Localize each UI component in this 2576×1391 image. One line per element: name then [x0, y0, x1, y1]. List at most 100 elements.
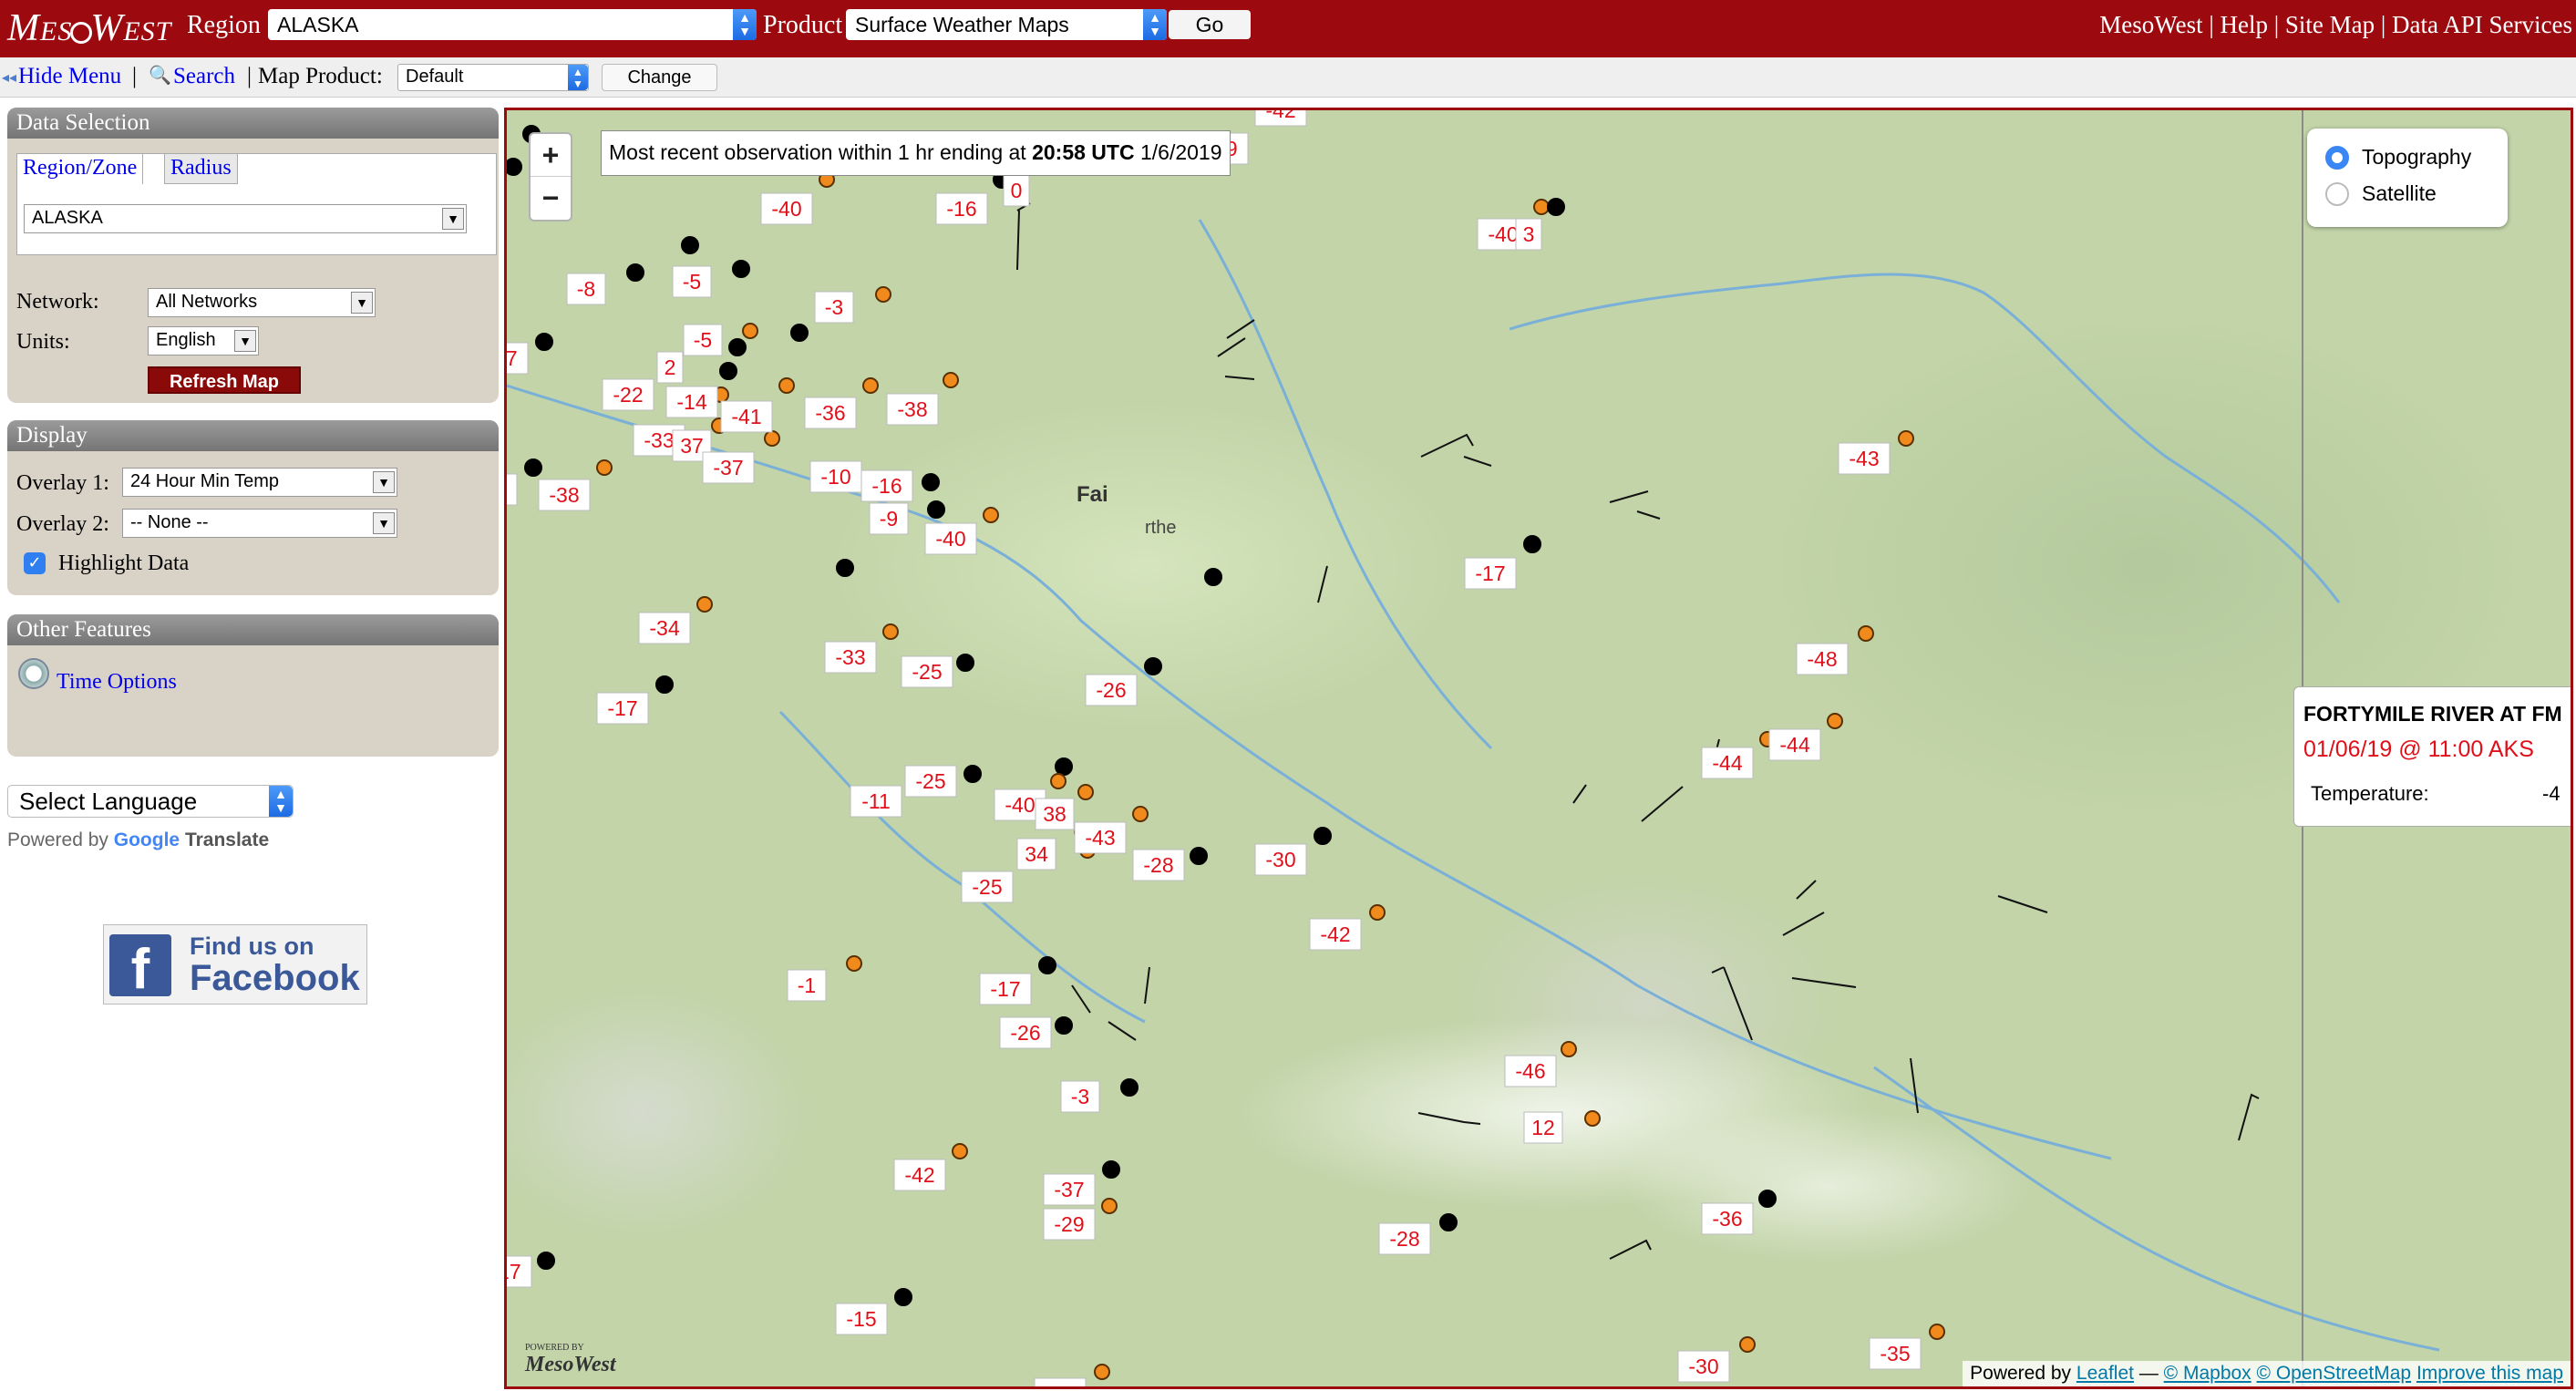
station-marker[interactable] [1369, 904, 1386, 921]
station-marker[interactable] [790, 324, 809, 342]
station-marker[interactable] [1055, 1016, 1073, 1035]
temperature-label[interactable]: -3 [814, 291, 854, 324]
station-marker[interactable] [764, 430, 780, 447]
station-marker[interactable] [1584, 1110, 1601, 1127]
station-marker[interactable] [537, 1252, 555, 1270]
overlay2-select[interactable]: -- None -- ▼ [122, 509, 397, 538]
weather-map[interactable]: -23-42-39-40-160-403-8-5-3-35-17-52-22-1… [504, 108, 2573, 1389]
mesowest-logo[interactable]: MES WEST [7, 1, 171, 56]
change-button[interactable]: Change [602, 64, 717, 91]
temperature-label[interactable]: -22 [602, 378, 654, 411]
temperature-label[interactable]: -25 [961, 871, 1014, 903]
station-marker[interactable] [1055, 757, 1073, 776]
station-marker[interactable] [846, 955, 862, 972]
temperature-label[interactable]: -38 [538, 479, 591, 511]
temperature-label[interactable]: -36 [804, 397, 857, 429]
leaflet-link[interactable]: Leaflet [2076, 1363, 2134, 1384]
temperature-label[interactable]: -42 [1309, 918, 1362, 951]
station-marker[interactable] [862, 377, 879, 394]
temperature-label[interactable]: -42 [1254, 110, 1307, 127]
station-marker[interactable] [956, 654, 974, 672]
region-zone-select[interactable]: ALASKA ▼ [24, 204, 467, 233]
station-marker[interactable] [719, 362, 737, 380]
station-marker[interactable] [1101, 1198, 1118, 1214]
station-marker[interactable] [1132, 806, 1149, 822]
temperature-label[interactable]: -28 [1378, 1222, 1431, 1255]
station-marker[interactable] [882, 623, 899, 640]
station-marker[interactable] [952, 1143, 968, 1159]
temperature-label[interactable]: 3 [1515, 218, 1542, 251]
temperature-label[interactable]: -35 [1869, 1337, 1922, 1370]
hide-menu-link[interactable]: Hide Menu [18, 64, 121, 89]
station-marker[interactable] [1050, 773, 1066, 789]
clock-icon[interactable] [18, 658, 49, 689]
zoom-in-button[interactable]: + [531, 134, 571, 177]
temperature-label[interactable]: -33 [824, 641, 877, 674]
nav-link-site-map[interactable]: Site Map [2285, 11, 2375, 38]
translate-link[interactable]: Translate [185, 829, 269, 850]
station-marker[interactable] [1739, 1336, 1756, 1353]
temperature-label[interactable]: -43 [1838, 442, 1891, 475]
station-marker[interactable] [1439, 1213, 1458, 1231]
station-marker[interactable] [596, 459, 613, 476]
temperature-label[interactable]: -11 [850, 785, 902, 818]
station-marker[interactable] [894, 1288, 912, 1306]
station-marker[interactable] [742, 323, 758, 339]
station-marker[interactable] [927, 500, 945, 519]
temperature-label[interactable]: -44 [1768, 728, 1821, 761]
temperature-label[interactable]: 38 [1035, 798, 1075, 830]
temperature-label[interactable]: -15 [835, 1303, 888, 1335]
nav-link-mesowest[interactable]: MesoWest [2099, 11, 2202, 38]
openstreetmap-link[interactable]: © OpenStreetMap [2257, 1363, 2412, 1384]
temperature-label[interactable]: -43 [1074, 821, 1127, 854]
station-marker[interactable] [1190, 847, 1208, 865]
map-product-select[interactable]: Default ▲ ▼ [397, 64, 589, 91]
station-marker[interactable] [732, 260, 750, 278]
temperature-label[interactable]: -46 [1504, 1055, 1557, 1087]
station-marker[interactable] [1533, 199, 1550, 215]
temperature-label[interactable]: -30 [1677, 1350, 1730, 1383]
temperature-label[interactable]: -25 [904, 765, 957, 798]
temperature-label[interactable]: -41 [720, 400, 773, 433]
station-marker[interactable] [1094, 1364, 1110, 1380]
go-button[interactable]: Go [1169, 10, 1251, 39]
station-marker[interactable] [626, 263, 644, 282]
station-marker[interactable] [922, 473, 940, 491]
station-marker[interactable] [1077, 784, 1094, 800]
temperature-label[interactable]: 12 [1523, 1111, 1563, 1144]
station-marker[interactable] [943, 372, 959, 388]
station-marker[interactable] [1547, 198, 1565, 216]
station-marker[interactable] [728, 338, 747, 356]
overlay1-select[interactable]: 24 Hour Min Temp ▼ [122, 468, 397, 497]
temperature-label[interactable]: -16 [935, 192, 988, 225]
temperature-label[interactable]: 2 [656, 351, 684, 384]
temperature-label[interactable]: -28 [1132, 849, 1185, 881]
layer-topography[interactable]: Topography [2325, 145, 2471, 170]
temperature-label[interactable]: -35 [1034, 1377, 1087, 1386]
time-options-link[interactable]: Time Options [57, 670, 177, 695]
temperature-label[interactable]: -17 [507, 1255, 532, 1288]
temperature-label[interactable]: -16 [860, 469, 913, 502]
layer-satellite[interactable]: Satellite [2325, 181, 2437, 206]
station-marker[interactable] [507, 158, 522, 176]
station-marker[interactable] [778, 377, 795, 394]
temperature-label[interactable]: -36 [1701, 1202, 1754, 1235]
tab-region-zone[interactable]: Region/Zone [16, 153, 144, 184]
magnifier-icon[interactable]: 🔍 [149, 64, 171, 87]
station-marker[interactable] [1102, 1160, 1120, 1179]
zoom-out-button[interactable]: − [531, 177, 571, 220]
temperature-label[interactable]: -26 [999, 1016, 1052, 1049]
temperature-label[interactable]: -19 [507, 473, 518, 506]
temperature-label[interactable]: -26 [1085, 674, 1138, 706]
temperature-label[interactable]: 34 [1016, 838, 1056, 871]
station-marker[interactable] [1144, 657, 1162, 675]
temperature-label[interactable]: -8 [566, 273, 606, 305]
temperature-label[interactable]: -1 [787, 969, 827, 1002]
station-marker[interactable] [696, 596, 713, 613]
temperature-label[interactable]: -30 [1254, 843, 1307, 876]
station-marker[interactable] [1929, 1324, 1945, 1340]
temperature-label[interactable]: -34 [638, 612, 691, 644]
network-select[interactable]: All Networks ▼ [148, 288, 376, 317]
station-marker[interactable] [836, 559, 854, 577]
temperature-label[interactable]: -17 [596, 692, 649, 725]
